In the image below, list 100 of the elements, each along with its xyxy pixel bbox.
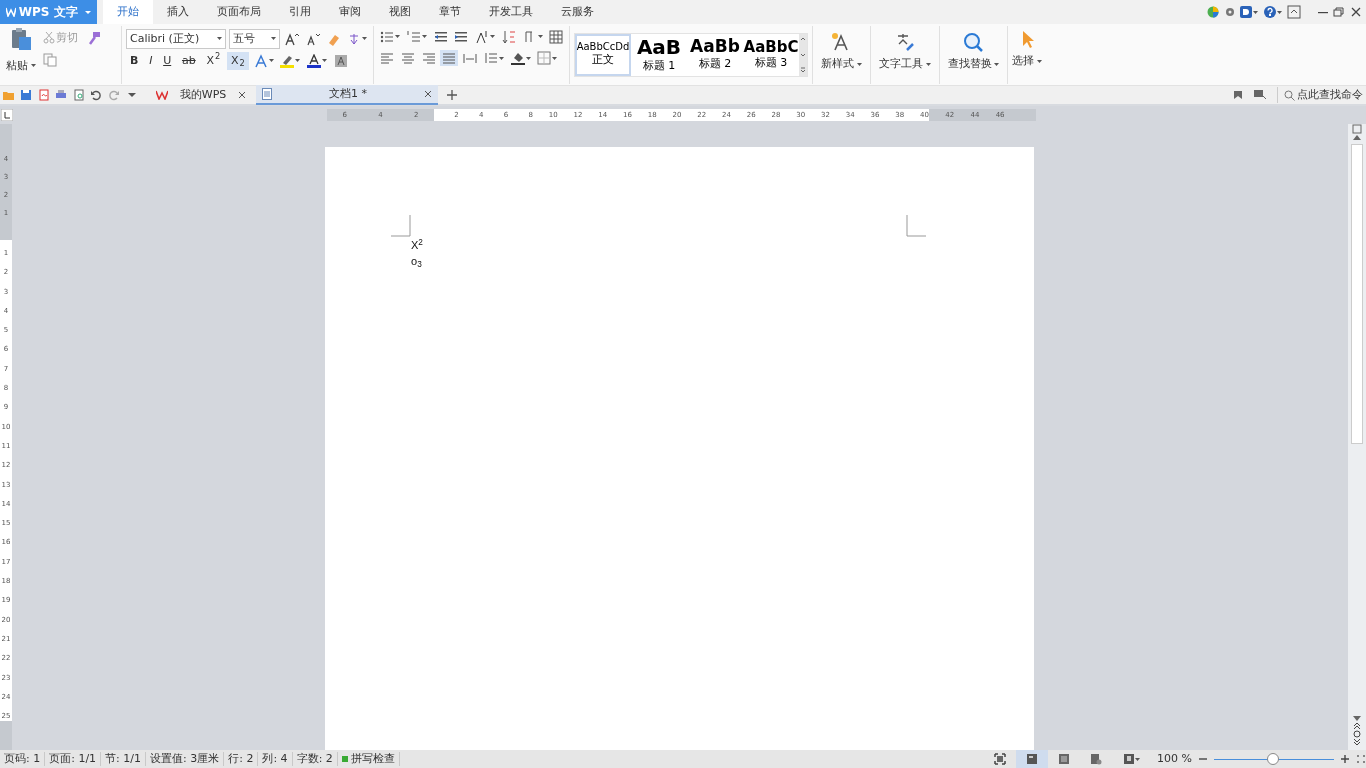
status-text: 页面: 1/1: [45, 752, 102, 766]
ribbon-tab[interactable]: 审阅: [324, 0, 375, 24]
font-color-button[interactable]: [305, 52, 330, 69]
ribbon-tab[interactable]: 视图: [374, 0, 425, 24]
caret-icon: [217, 37, 223, 41]
scroll-up-icon[interactable]: [1353, 134, 1361, 140]
corner-mark-icon: [391, 215, 411, 237]
tab-stop-icon[interactable]: [1, 109, 13, 121]
ribbon-tab[interactable]: 插入: [152, 0, 203, 24]
copy-icon: [42, 53, 57, 68]
ribbon-tab[interactable]: 章节: [424, 0, 475, 24]
caret-icon: [490, 35, 495, 39]
undo-icon[interactable]: [90, 89, 103, 101]
new-style-button[interactable]: 新样式: [817, 30, 866, 75]
caret-icon: [362, 37, 367, 41]
align-left-icon: [380, 51, 394, 66]
table-button[interactable]: [547, 28, 566, 45]
document-text: X$^{2}$: [411, 237, 423, 253]
caret-icon: [525, 56, 531, 60]
font-size-field[interactable]: 五号: [228, 28, 280, 49]
bold-button[interactable]: B: [126, 51, 143, 70]
browse-object-icon[interactable]: [1353, 730, 1361, 738]
strike-button[interactable]: ab: [177, 51, 200, 70]
line-spacing-button[interactable]: [473, 28, 497, 45]
format-painter-icon: [87, 30, 101, 45]
shading-bucket-button[interactable]: [508, 50, 533, 67]
caret-icon: [856, 62, 862, 66]
resize-grip-icon: [1356, 754, 1366, 764]
spell-check-button[interactable]: 拼写检查: [337, 752, 400, 766]
style-option[interactable]: AaBbCcDd 正文: [575, 34, 631, 76]
status-text: 节: 1/1: [101, 752, 146, 766]
collapse-ribbon-icon[interactable]: [1287, 5, 1301, 19]
gallery-scroll-icon[interactable]: [799, 34, 807, 76]
document-tab[interactable]: 我的WPS: [150, 85, 252, 105]
style-preview: AaBbC: [743, 38, 799, 55]
caret-icon: [268, 59, 274, 62]
shading-bucket-icon: [510, 51, 525, 66]
page-view-button[interactable]: [1015, 750, 1048, 768]
borders-icon: [537, 51, 552, 66]
paste-button[interactable]: 粘贴: [4, 26, 38, 75]
ribbon-tab[interactable]: 开发工具: [474, 0, 547, 24]
vertical-scrollbar[interactable]: [1348, 124, 1366, 750]
ribbon-tab[interactable]: 引用: [274, 0, 325, 24]
style-name: 正文: [592, 52, 614, 69]
search-icon: [1283, 89, 1295, 101]
preview-icon[interactable]: [72, 89, 85, 101]
ribbon-tab[interactable]: 云服务: [546, 0, 608, 24]
caret-icon: [421, 35, 427, 39]
align-center-icon: [400, 51, 415, 66]
status-text: 设置值: 3厘米: [146, 752, 225, 766]
save-icon[interactable]: [20, 89, 33, 101]
sub-button[interactable]: X$_{2}$: [227, 51, 249, 70]
comment-icon[interactable]: [1253, 90, 1266, 100]
super-button[interactable]: X$^{2}$: [202, 51, 225, 70]
restore-icon[interactable]: [1333, 7, 1345, 17]
underline-button[interactable]: U: [159, 51, 176, 70]
caret-icon: [322, 59, 328, 62]
colorful-circle-icon[interactable]: [1207, 6, 1219, 18]
page-view-icon: [1025, 753, 1038, 765]
highlighter-icon: [280, 53, 295, 68]
caret-icon: [271, 37, 276, 41]
add-tab-icon[interactable]: [446, 89, 458, 101]
help-icon[interactable]: [1263, 6, 1282, 18]
previous-page-icon[interactable]: [1353, 722, 1361, 730]
gear-icon[interactable]: [1224, 7, 1235, 17]
scrollbar-thumb[interactable]: [1351, 144, 1363, 444]
document-tab[interactable]: 文档1 *: [256, 85, 438, 105]
style-name: 标题 3: [754, 55, 788, 71]
justify-button[interactable]: [440, 50, 459, 67]
close-icon[interactable]: [424, 90, 432, 98]
slider-thumb[interactable]: [1266, 753, 1279, 765]
command-search-field[interactable]: 点此查找命令: [1276, 86, 1364, 104]
close-icon[interactable]: [238, 91, 246, 99]
corner-mark-icon: [906, 215, 926, 237]
find-replace-button[interactable]: 查找替换: [943, 30, 1004, 75]
scroll-down-icon[interactable]: [1353, 716, 1361, 722]
zoom-in-icon[interactable]: [1340, 754, 1350, 764]
align-right-icon: [421, 51, 436, 66]
split-icon: [1352, 124, 1362, 134]
ribbon-tab[interactable]: 页面布局: [202, 0, 275, 24]
italic-button[interactable]: I: [145, 51, 157, 70]
printer-icon[interactable]: [55, 89, 68, 101]
zoom-slider[interactable]: [1214, 753, 1334, 765]
ribbon-tab[interactable]: 开始: [102, 0, 153, 24]
caret-icon: [537, 35, 543, 39]
outline-view-icon: [1057, 753, 1070, 765]
reading-view-icon: [1123, 753, 1136, 765]
status-text: 字数: 2: [292, 752, 338, 766]
select-button[interactable]: 选择: [1008, 26, 1046, 72]
caret-icon: [395, 35, 400, 39]
d-letter-icon[interactable]: [1240, 6, 1258, 18]
pdf-icon[interactable]: [37, 89, 50, 101]
status-text: 行: 2: [224, 752, 259, 766]
text-tools-button[interactable]: 文字工具: [874, 30, 935, 75]
next-page-icon[interactable]: [1353, 738, 1361, 746]
bookmark-icon[interactable]: [1232, 90, 1243, 100]
close-icon[interactable]: [1350, 7, 1361, 17]
web-view-icon: [1089, 753, 1102, 765]
font-name-field[interactable]: Calibri (正文): [126, 28, 227, 49]
magnifier-icon: [963, 32, 984, 52]
